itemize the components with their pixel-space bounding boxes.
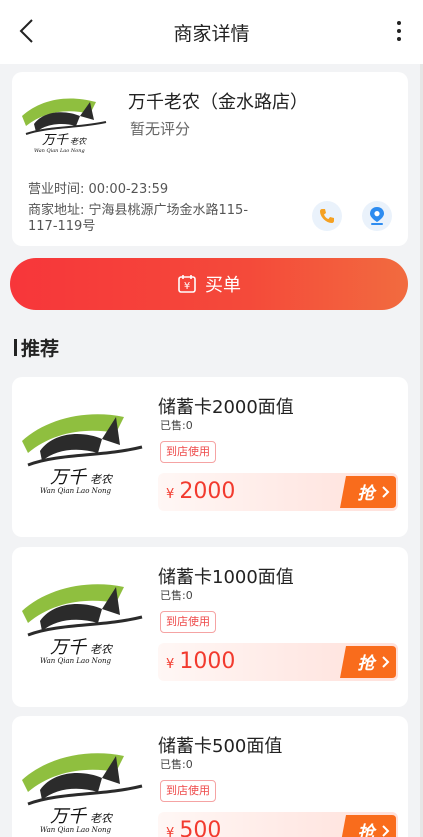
pay-button[interactable]: ¥ 买单	[10, 258, 408, 310]
product-sold-count: 已售:0	[160, 758, 193, 771]
section-bar	[14, 339, 17, 356]
product-name: 储蓄卡2000面值	[158, 397, 294, 418]
price-value: 1000	[179, 649, 236, 674]
svg-text:Wan Qian Lao Nong: Wan Qian Lao Nong	[40, 657, 111, 665]
price-value: 500	[179, 818, 222, 837]
yen-calendar-icon: ¥	[178, 275, 196, 293]
location-icon	[370, 207, 384, 225]
product-logo: 万千 老农 Wan Qian Lao Nong	[22, 414, 143, 495]
svg-text:万千: 万千	[50, 637, 88, 658]
grab-button[interactable]: 抢	[338, 644, 398, 680]
product-card[interactable]: 万千 老农 Wan Qian Lao Nong 储蓄卡1000面值 已售:0 到…	[12, 547, 408, 707]
svg-text:老农: 老农	[90, 812, 113, 825]
product-card[interactable]: 万千 老农 Wan Qian Lao Nong 储蓄卡500面值 已售:0 到店…	[12, 716, 408, 837]
product-sold-count: 已售:0	[160, 419, 193, 432]
shop-logo: 万千 老农 Wan Qian Lao Nong	[22, 98, 107, 154]
product-price: ¥ 1000	[166, 649, 235, 674]
svg-text:万千: 万千	[42, 133, 69, 148]
shop-rating: 暂无评分	[130, 120, 191, 138]
svg-text:万千: 万千	[50, 467, 88, 488]
grab-badge-icon: 抢	[340, 476, 396, 508]
svg-text:Wan Qian Lao Nong: Wan Qian Lao Nong	[40, 487, 111, 495]
svg-text:¥: ¥	[184, 281, 190, 292]
grab-button[interactable]: 抢	[338, 813, 398, 837]
svg-text:老农: 老农	[90, 643, 113, 656]
product-price: ¥ 2000	[166, 479, 235, 504]
more-vertical-icon[interactable]	[393, 18, 405, 44]
price-value: 2000	[179, 479, 236, 504]
product-sold-count: 已售:0	[160, 589, 193, 602]
svg-text:Wan Qian Lao Nong: Wan Qian Lao Nong	[40, 826, 111, 834]
price-currency: ¥	[166, 826, 175, 837]
phone-icon	[320, 209, 334, 223]
section-title-text: 推荐	[21, 338, 60, 360]
product-card[interactable]: 万千 老农 Wan Qian Lao Nong 储蓄卡2000面值 已售:0 到…	[12, 377, 408, 537]
grab-badge-icon: 抢	[341, 815, 396, 837]
svg-text:老农: 老农	[70, 137, 87, 146]
product-logo: 万千 老农 Wan Qian Lao Nong	[22, 753, 143, 834]
phone-button[interactable]	[312, 201, 342, 231]
product-price: ¥ 500	[166, 818, 221, 837]
product-tag: 到店使用	[160, 441, 216, 463]
grab-badge-icon: 抢	[340, 646, 396, 678]
shop-info-card: 万千 老农 Wan Qian Lao Nong 万千老农（金水路店） 暂无评分 …	[12, 72, 408, 246]
product-logo: 万千 老农 Wan Qian Lao Nong	[22, 584, 143, 665]
shop-address: 商家地址: 宁海县桃源广场金水路115-117-119号	[28, 203, 249, 234]
svg-text:万千: 万千	[50, 806, 88, 827]
product-price-bar: ¥ 1000 抢	[158, 643, 398, 681]
product-price-bar: ¥ 500 抢	[158, 812, 398, 837]
grab-button[interactable]: 抢	[338, 474, 398, 510]
top-bar: 商家详情	[0, 0, 423, 64]
price-currency: ¥	[166, 487, 175, 502]
pay-button-label: 买单	[205, 275, 241, 296]
product-name: 储蓄卡500面值	[158, 736, 283, 757]
product-tag: 到店使用	[160, 611, 216, 633]
section-title: 推荐	[14, 334, 59, 361]
page-title: 商家详情	[173, 23, 250, 45]
price-currency: ¥	[166, 657, 175, 672]
product-price-bar: ¥ 2000 抢	[158, 473, 398, 511]
svg-text:Wan Qian Lao Nong: Wan Qian Lao Nong	[34, 148, 85, 154]
location-button[interactable]	[362, 201, 392, 231]
product-name: 储蓄卡1000面值	[158, 567, 294, 588]
product-tag: 到店使用	[160, 780, 216, 802]
shop-name: 万千老农（金水路店）	[128, 92, 308, 113]
svg-text:老农: 老农	[90, 473, 113, 486]
business-hours: 营业时间: 00:00-23:59	[28, 182, 169, 197]
